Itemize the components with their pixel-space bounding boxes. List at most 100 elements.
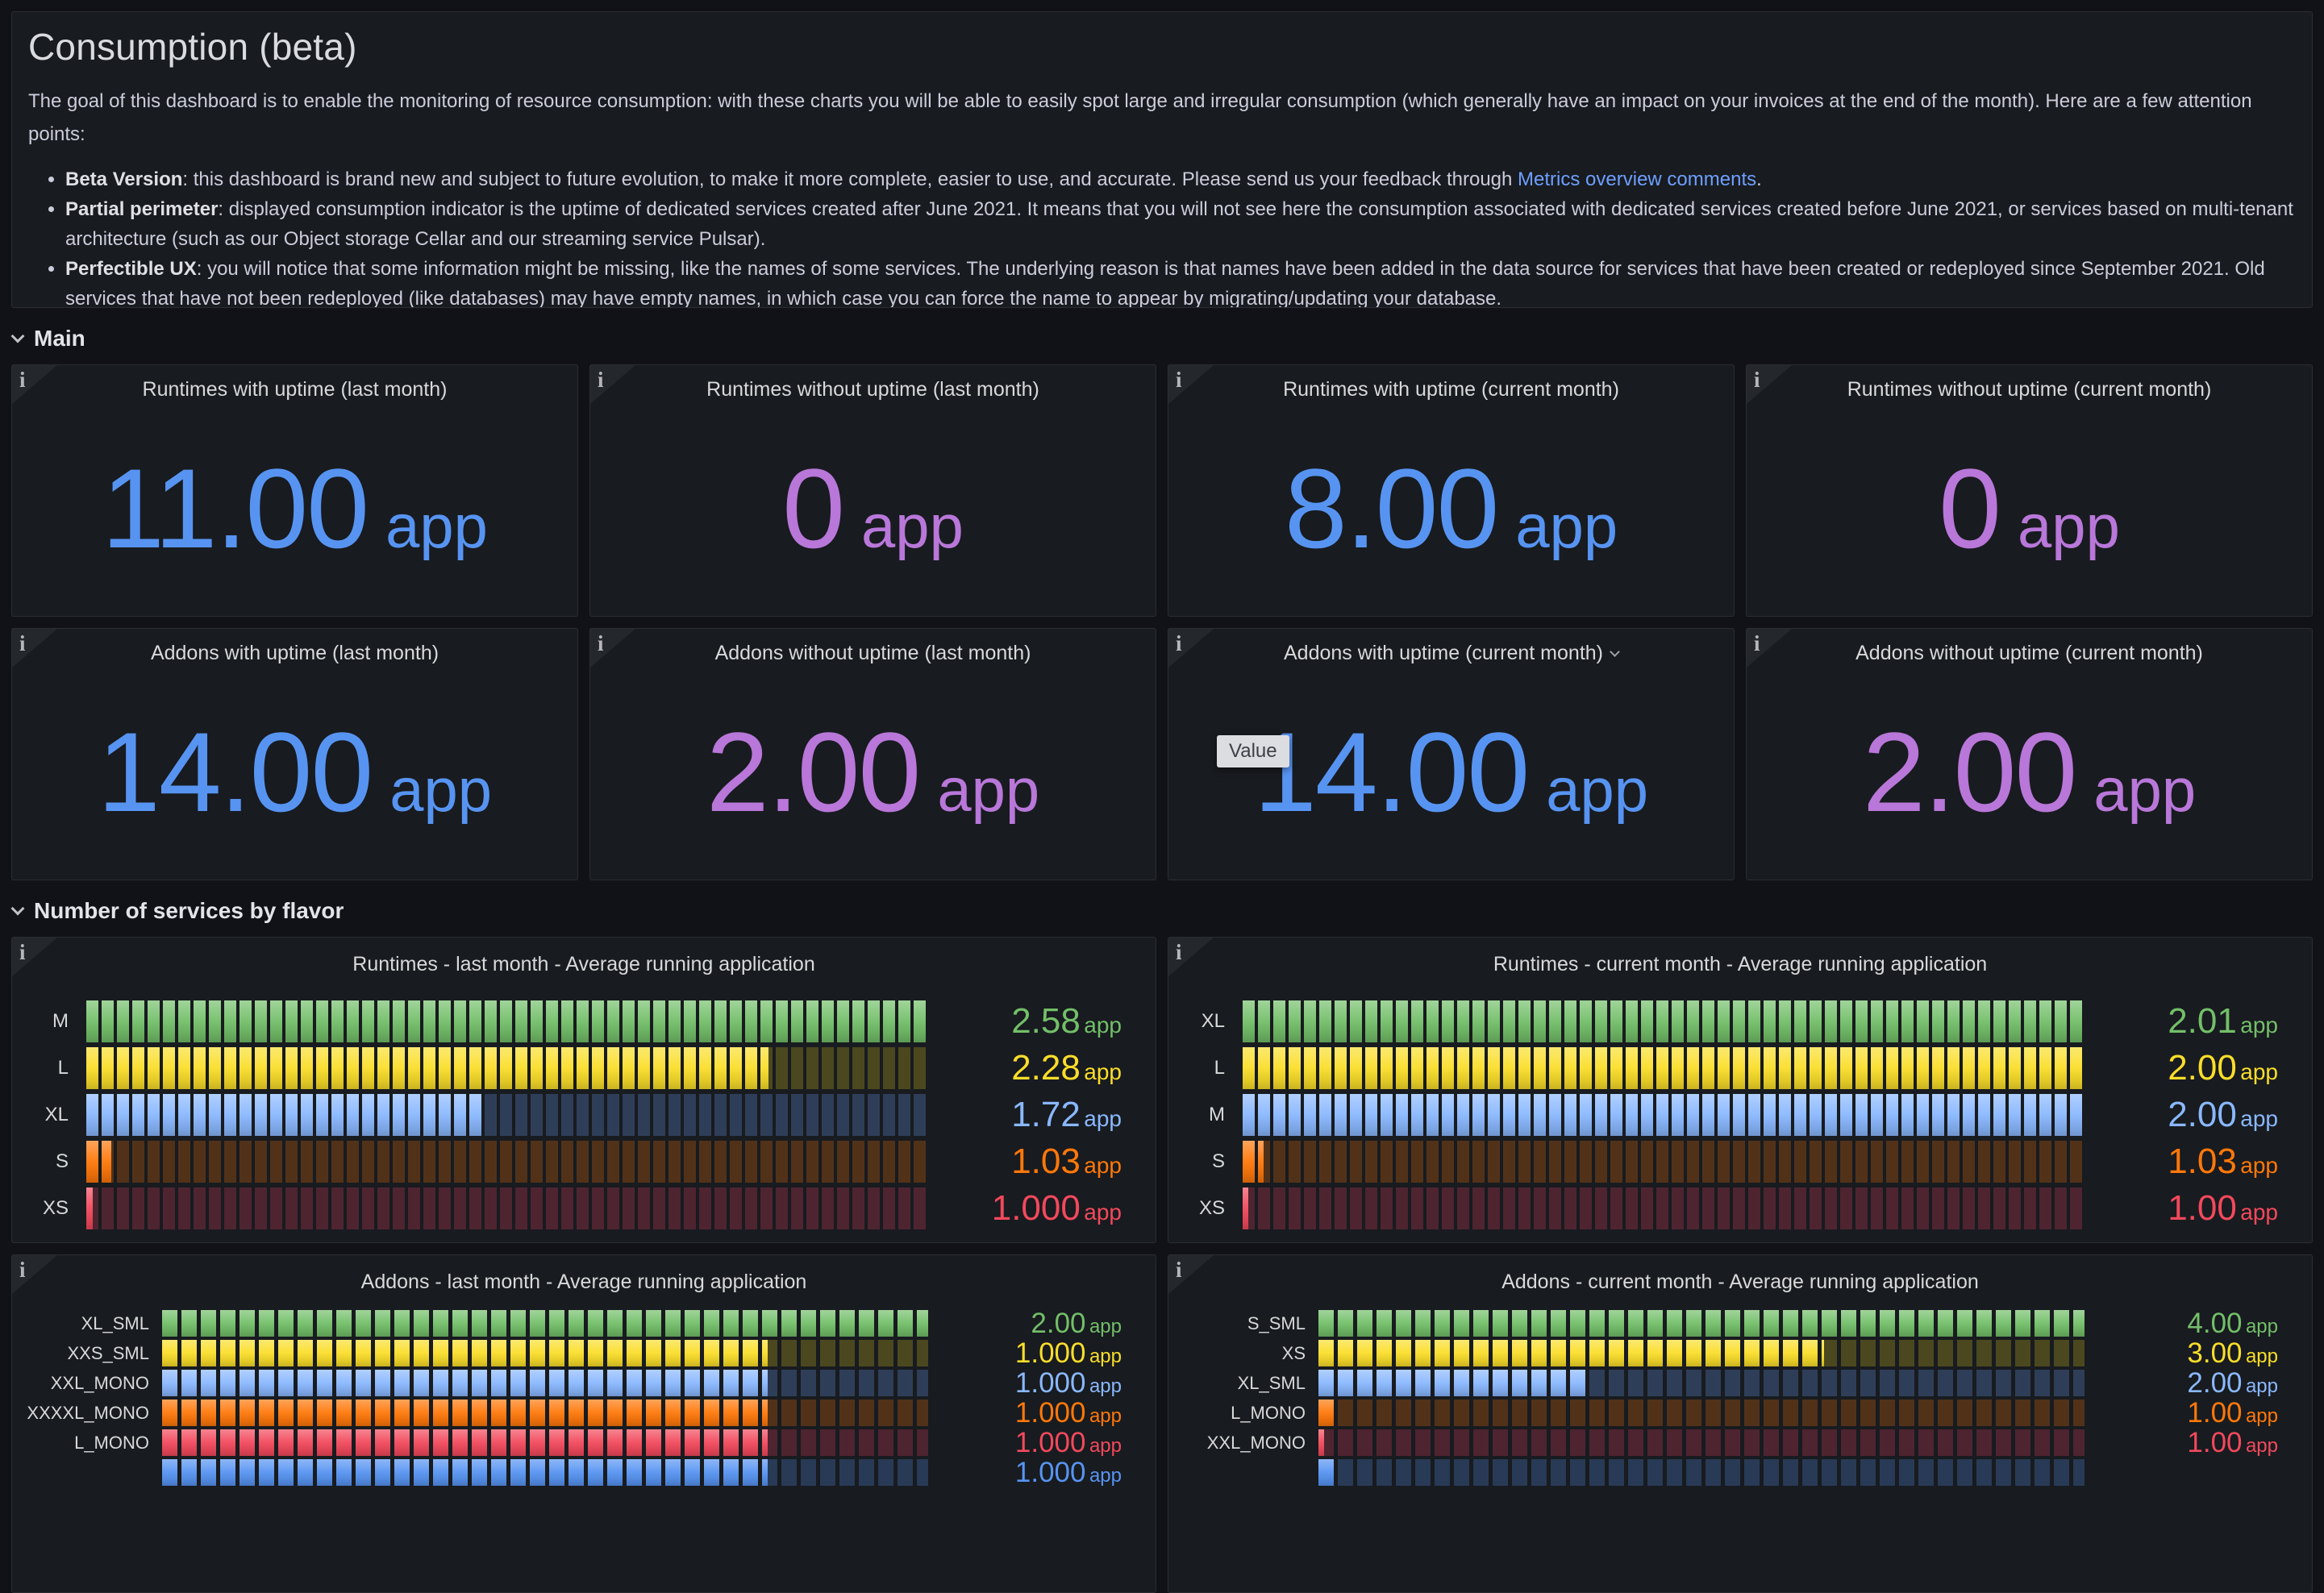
section-header-flavors[interactable]: Number of services by flavor <box>13 893 2313 929</box>
bar-row: M 2.58 app <box>23 1000 1122 1042</box>
stat-panel-addons-no-uptime-current-month: i Addons without uptime (current month) … <box>1746 628 2313 880</box>
bar-rows: XL 2.01 app L 2.00 app M 2.00 app S 1.03… <box>1168 1000 2312 1229</box>
bar-value: 1.00 app <box>2085 1188 2278 1229</box>
bar-track <box>1318 1370 2085 1396</box>
bar-track <box>1318 1340 2085 1366</box>
panel-title[interactable]: Runtimes with uptime (last month) <box>12 365 577 401</box>
stat-value: 2.00 app <box>706 716 1039 829</box>
panel-title[interactable]: Runtimes with uptime (current month) <box>1168 365 1734 401</box>
stat-unit: app <box>2018 497 2120 558</box>
stat-unit: app <box>389 760 492 821</box>
bar-rows: XL_SML 2.00 app XXS_SML 1.000 app XXL_MO… <box>12 1310 1156 1486</box>
bar-row: L_MONO 1.000 app <box>23 1429 1122 1456</box>
bar-label: XXS_SML <box>23 1343 149 1364</box>
attention-point-perimeter: Partial perimeter: displayed consumption… <box>65 194 2296 254</box>
bar-row: XXXXL_MONO 1.000 app <box>23 1400 1122 1426</box>
bar-track <box>162 1340 928 1366</box>
bar-fill <box>1318 1340 1824 1366</box>
section-title: Main <box>34 326 85 351</box>
bar-label: XXL_MONO <box>23 1373 149 1394</box>
bar-row: S_SML 4.00 app <box>1180 1310 2278 1337</box>
bar-panel-runtimes-current-month: i Runtimes - current month - Average run… <box>1168 937 2313 1243</box>
bar-track <box>1243 1187 2085 1229</box>
bar-track <box>162 1429 928 1456</box>
stat-number: 2.00 <box>1863 716 2076 829</box>
bar-fill <box>86 1187 93 1229</box>
attention-points-list: Beta Version: this dashboard is brand ne… <box>28 164 2296 308</box>
bullet-text: : this dashboard is brand new and subjec… <box>182 168 1518 190</box>
bar-fill <box>1318 1429 1324 1456</box>
bar-label: XL_SML <box>1180 1373 1306 1394</box>
bar-value: 1.03 app <box>928 1142 1122 1182</box>
bar-rows: S_SML 4.00 app XS 3.00 app XL_SML 2.00 a… <box>1168 1310 2312 1486</box>
stat-value: 14.00 app <box>1254 716 1648 829</box>
bar-value: 2.00 app <box>2085 1095 2278 1135</box>
stat-value: 8.00 app <box>1285 452 1618 565</box>
stat-panel-addons-no-uptime-last-month: i Addons without uptime (last month) 2.0… <box>589 628 1156 880</box>
panel-title-with-menu[interactable]: Addons with uptime (current month) <box>1168 629 1734 665</box>
stat-unit: app <box>2093 760 2196 821</box>
bar-track <box>1243 1094 2085 1136</box>
bar-value: 1.00 app <box>2085 1427 2278 1459</box>
panel-title[interactable]: Addons without uptime (last month) <box>590 629 1156 665</box>
bar-row: XXS_SML 1.000 app <box>23 1340 1122 1366</box>
bar-value: 1.000 app <box>928 1397 1122 1429</box>
bar-fill <box>162 1370 768 1396</box>
bullet-text: : you will notice that some information … <box>65 258 2265 308</box>
stat-panel-runtimes-uptime-current-month: i Runtimes with uptime (current month) 8… <box>1168 364 1735 617</box>
bullet-lead: Perfectible UX <box>65 258 197 280</box>
stat-body: 0 app <box>1747 401 2312 616</box>
bar-value: 2.00 app <box>2085 1048 2278 1088</box>
bar-value: 1.000 app <box>928 1188 1122 1229</box>
stat-body: 8.00 app <box>1168 401 1734 616</box>
bar-row: XL_SML 2.00 app <box>23 1310 1122 1337</box>
bar-label: XS <box>23 1197 69 1220</box>
stat-panel-addons-uptime-current-month: i Addons with uptime (current month) Val… <box>1168 628 1735 880</box>
panel-title: Addons - current month - Average running… <box>1168 1255 2312 1294</box>
bar-fill <box>1243 1000 2085 1042</box>
bar-fill <box>86 1000 928 1042</box>
bar-row-partial: 1.000 app <box>23 1459 1122 1486</box>
bar-row: XL 1.72 app <box>23 1094 1122 1136</box>
stat-panel-runtimes-uptime-last-month: i Runtimes with uptime (last month) 11.0… <box>11 364 578 617</box>
bar-track <box>1243 1047 2085 1089</box>
bar-fill <box>162 1429 768 1456</box>
bar-row: S 1.03 app <box>1180 1141 2278 1183</box>
bar-row-partial <box>1180 1459 2278 1486</box>
section-header-main[interactable]: Main <box>13 321 2313 356</box>
panel-title[interactable]: Runtimes without uptime (last month) <box>590 365 1156 401</box>
bar-row: L 2.28 app <box>23 1047 1122 1089</box>
metrics-overview-comments-link[interactable]: Metrics overview comments <box>1518 168 1756 190</box>
bar-panel-runtimes-last-month: i Runtimes - last month - Average runnin… <box>11 937 1156 1243</box>
panel-title[interactable]: Addons without uptime (current month) <box>1747 629 2312 665</box>
stat-unit: app <box>1546 760 1648 821</box>
bar-track <box>162 1370 928 1396</box>
panel-title[interactable]: Addons with uptime (last month) <box>12 629 577 665</box>
stat-body: 11.00 app <box>12 401 577 616</box>
bar-label: L_MONO <box>23 1433 149 1454</box>
bar-label: M <box>23 1010 69 1033</box>
bar-fill <box>86 1141 111 1183</box>
stat-grid: i Runtimes with uptime (last month) 11.0… <box>11 364 2313 880</box>
bar-track <box>1318 1310 2085 1337</box>
bullet-lead: Beta Version <box>65 168 182 190</box>
bar-value: 1.72 app <box>928 1095 1122 1135</box>
stat-body: 0 app <box>590 401 1156 616</box>
bar-value: 1.00 app <box>2085 1397 2278 1429</box>
bar-label: L_MONO <box>1180 1403 1306 1424</box>
stat-value: 0 app <box>1939 452 2120 565</box>
bar-fill <box>1243 1141 1264 1183</box>
bar-track <box>1318 1400 2085 1426</box>
panel-title[interactable]: Runtimes without uptime (current month) <box>1747 365 2312 401</box>
bar-row: S 1.03 app <box>23 1141 1122 1183</box>
bar-value: 1.000 app <box>928 1457 1122 1489</box>
bar-row: L 2.00 app <box>1180 1047 2278 1089</box>
bar-value: 4.00 app <box>2085 1308 2278 1340</box>
bar-label: XS <box>1180 1197 1225 1220</box>
dashboard-header-panel: Consumption (beta) The goal of this dash… <box>11 11 2313 308</box>
bar-track <box>86 1141 928 1183</box>
bar-track <box>1318 1429 2085 1456</box>
bar-row: XS 1.000 app <box>23 1187 1122 1229</box>
bar-label: S_SML <box>1180 1313 1306 1334</box>
bar-label: XXXXL_MONO <box>23 1403 149 1424</box>
